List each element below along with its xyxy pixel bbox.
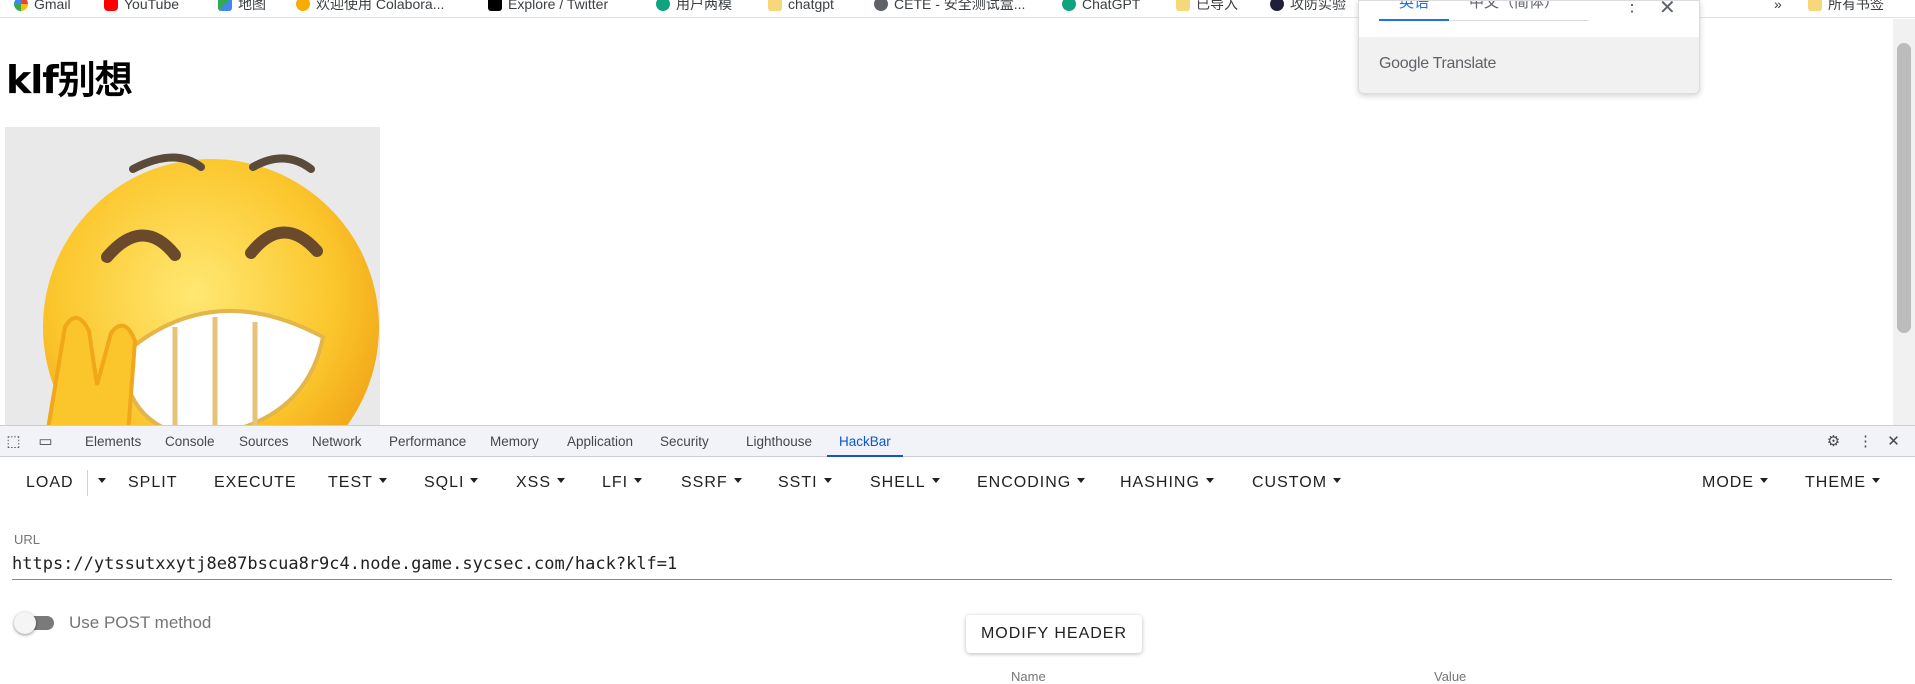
devtools-panel: ⬚ ▭ Elements Console Sources Network Per… [0,425,1915,684]
chevron-down-icon [557,478,566,484]
gmail-icon [14,0,28,11]
site-icon [1270,0,1284,11]
bookmark-user[interactable]: 用户两模 [656,0,732,14]
google-translate-brand: Google Translate [1379,55,1497,72]
tab-security[interactable]: Security [660,426,709,457]
page-scrollbar-thumb[interactable] [1897,43,1911,333]
youtube-icon [104,0,118,11]
hackbar-toolbar: LOAD SPLIT EXECUTE TEST SQLI XSS LFI SSR… [0,458,1893,508]
translate-language-tabs: 英语 中文（简体） [1379,1,1590,27]
translate-target-tab[interactable]: 中文（简体） [1449,1,1590,21]
chevron-down-icon [378,478,387,484]
translate-source-tab[interactable]: 英语 [1379,1,1450,21]
bookmark-youtube[interactable]: YouTube [104,0,179,14]
bookmark-ctf[interactable]: CETE - 安全测试盒... [874,0,1025,14]
tab-performance[interactable]: Performance [389,426,466,457]
bookmark-chatgpt-folder[interactable]: chatgpt [768,0,834,14]
x-icon [488,0,502,11]
chevron-down-icon [1077,478,1086,484]
translate-footer: Google Translate [1359,37,1699,93]
chevron-down-icon [1333,478,1342,484]
chevron-down-icon [823,478,832,484]
chatgpt-icon [656,0,670,11]
split-button[interactable]: SPLIT [128,458,177,508]
toggle-knob [14,612,36,634]
load-divider [87,470,88,496]
tab-console[interactable]: Console [165,426,215,457]
chevron-down-icon [98,478,106,484]
header-name-column: Name [1011,669,1046,684]
ssti-menu[interactable]: SSTI [778,458,832,508]
tab-memory[interactable]: Memory [490,426,539,457]
maps-icon [218,0,232,11]
tab-network[interactable]: Network [312,426,362,457]
lfi-menu[interactable]: LFI [602,458,643,508]
colab-icon [296,0,310,11]
page-heading: klf别想 [6,58,133,102]
mode-menu[interactable]: MODE [1702,458,1768,508]
bookmarks-overflow-button[interactable]: » [1774,0,1782,14]
modify-header-button[interactable]: MODIFY HEADER [966,615,1142,653]
page-scrollbar[interactable] [1893,19,1915,425]
devtools-tab-bar: ⬚ ▭ Elements Console Sources Network Per… [0,426,1915,457]
shell-menu[interactable]: SHELL [870,458,940,508]
tab-lighthouse[interactable]: Lighthouse [746,426,812,457]
tab-application[interactable]: Application [567,426,633,457]
encoding-menu[interactable]: ENCODING [977,458,1086,508]
tab-elements[interactable]: Elements [85,426,141,457]
settings-gear-icon[interactable]: ⚙ [1826,434,1841,449]
more-options-icon[interactable]: ⋮ [1623,1,1641,16]
hashing-menu[interactable]: HASHING [1120,458,1214,508]
chevron-down-icon [470,478,479,484]
devtools-close-icon[interactable]: ✕ [1886,434,1901,449]
post-method-label: Use POST method [69,613,212,632]
url-input[interactable]: https://ytssutxxytj8e87bscua8r9c4.node.g… [12,550,1892,580]
folder-icon [1808,0,1822,11]
url-label: URL [14,532,41,547]
chevron-down-icon [931,478,940,484]
chevron-down-icon [733,478,742,484]
custom-menu[interactable]: CUSTOM [1252,458,1342,508]
ctf-icon [874,0,888,11]
header-value-column: Value [1434,669,1467,684]
bookmark-gmail[interactable]: Gmail [14,0,71,14]
chevron-down-icon [1872,478,1880,484]
bookmark-chatgpt[interactable]: ChatGPT [1062,0,1140,14]
inspect-element-icon[interactable]: ⬚ [6,434,21,449]
xss-menu[interactable]: XSS [516,458,566,508]
sqli-menu[interactable]: SQLI [424,458,479,508]
close-icon[interactable]: ✕ [1659,1,1676,20]
devtools-more-icon[interactable]: ⋮ [1858,434,1873,449]
bookmark-imported[interactable]: 已导入 [1176,0,1238,14]
bookmark-colab[interactable]: 欢迎使用 Colabora... [296,0,444,14]
device-toolbar-icon[interactable]: ▭ [38,434,53,449]
bookmark-maps[interactable]: 地图 [218,0,266,14]
bookmark-twitter[interactable]: Explore / Twitter [488,0,608,14]
load-dropdown-button[interactable] [92,458,106,508]
bookmark-all[interactable]: 所有书签 [1808,0,1884,14]
chevron-down-icon [1205,478,1214,484]
post-method-toggle[interactable] [14,612,56,634]
folder-icon [768,0,782,11]
load-button[interactable]: LOAD [26,458,74,508]
theme-menu[interactable]: THEME [1805,458,1880,508]
chevron-down-icon [634,478,643,484]
chevron-down-icon [1760,478,1768,484]
translate-popup: 英语 中文（简体） ⋮ ✕ Google Translate [1358,0,1700,94]
test-menu[interactable]: TEST [328,458,387,508]
tab-sources[interactable]: Sources [239,426,289,457]
execute-button[interactable]: EXECUTE [214,458,297,508]
tab-hackbar[interactable]: HackBar [827,426,903,457]
chatgpt-icon [1062,0,1076,11]
bookmark-lab[interactable]: 攻防实验 [1270,0,1346,14]
laughing-emoji-image [5,127,380,425]
ssrf-menu[interactable]: SSRF [681,458,742,508]
folder-icon [1176,0,1190,11]
